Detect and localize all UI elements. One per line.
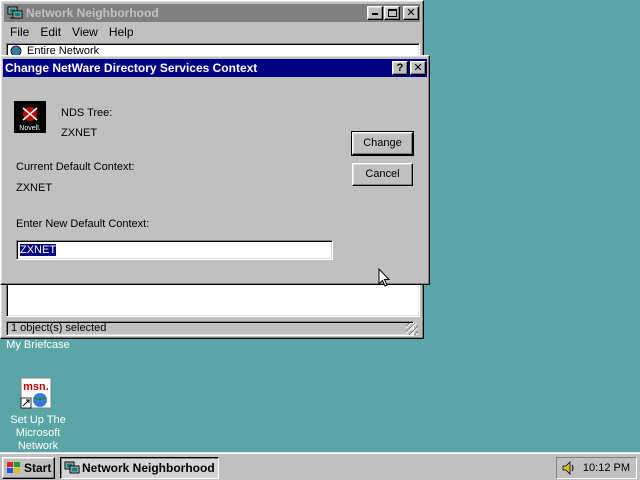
system-tray: 10:12 PM [556, 457, 637, 479]
help-icon: ? [396, 62, 404, 74]
network-icon [64, 461, 80, 474]
taskbar-network-neighborhood[interactable]: Network Neighborhood [60, 457, 219, 479]
start-label: Start [24, 461, 52, 475]
clock[interactable]: 10:12 PM [583, 458, 630, 478]
cancel-button[interactable]: Cancel [352, 163, 413, 186]
novell-logo-icon: Novell. [14, 101, 46, 133]
my-briefcase-label[interactable]: My Briefcase [6, 339, 70, 352]
novell-logo: Novell. [14, 101, 46, 133]
close-icon: ✕ [413, 62, 423, 74]
close-icon: ✕ [406, 7, 416, 19]
minimize-icon [372, 13, 378, 15]
help-button[interactable]: ? [392, 61, 408, 75]
resize-grip-icon[interactable] [406, 323, 418, 335]
new-context-value: ZXNET [18, 243, 58, 257]
maximize-button[interactable] [384, 6, 400, 20]
menu-view[interactable]: View [72, 25, 98, 39]
nds-tree-value: ZXNET [61, 127, 98, 139]
msn-label-line2: Microsoft [15, 427, 61, 439]
dialog-close-button[interactable]: ✕ [410, 61, 426, 75]
status-text: 1 object(s) selected [6, 321, 414, 336]
new-context-input[interactable]: ZXNET [16, 240, 333, 260]
windows-logo-icon [7, 462, 20, 473]
msn-icon[interactable]: msn. [20, 377, 52, 409]
current-context-label: Current Default Context: [16, 161, 135, 173]
menu-help[interactable]: Help [109, 25, 134, 39]
menu-file[interactable]: File [10, 25, 29, 39]
task-label: Network Neighborhood [82, 461, 215, 475]
change-button[interactable]: Change [351, 131, 414, 156]
new-context-label: Enter New Default Context: [16, 218, 150, 230]
menu-bar: File Edit View Help [4, 23, 139, 41]
menu-edit[interactable]: Edit [40, 25, 61, 39]
maximize-icon [388, 9, 397, 17]
explorer-titlebar[interactable]: Network Neighborhood ✕ [4, 4, 420, 22]
msn-label[interactable]: Set Up The Microsoft Network [2, 414, 74, 453]
close-button[interactable]: ✕ [403, 6, 419, 20]
speaker-icon[interactable] [561, 460, 577, 476]
status-bar: 1 object(s) selected [4, 320, 420, 337]
network-icon [7, 6, 23, 19]
explorer-title: Network Neighborhood [26, 6, 159, 20]
novell-logo-text: Novell. [19, 125, 40, 132]
msn-logo-text: msn. [23, 381, 49, 393]
dialog-title: Change NetWare Directory Services Contex… [5, 61, 258, 75]
minimize-button[interactable] [367, 6, 383, 20]
nds-context-dialog[interactable]: Change NetWare Directory Services Contex… [0, 55, 430, 285]
taskbar: Start Network Neighborhood 10:12 PM [0, 452, 640, 480]
current-context-value: ZXNET [16, 182, 53, 194]
dialog-titlebar[interactable]: Change NetWare Directory Services Contex… [3, 59, 427, 77]
nds-tree-label: NDS Tree: [61, 107, 113, 119]
mouse-cursor-icon [378, 268, 390, 287]
msn-label-line1: Set Up The [10, 414, 66, 426]
start-button[interactable]: Start [2, 457, 55, 479]
